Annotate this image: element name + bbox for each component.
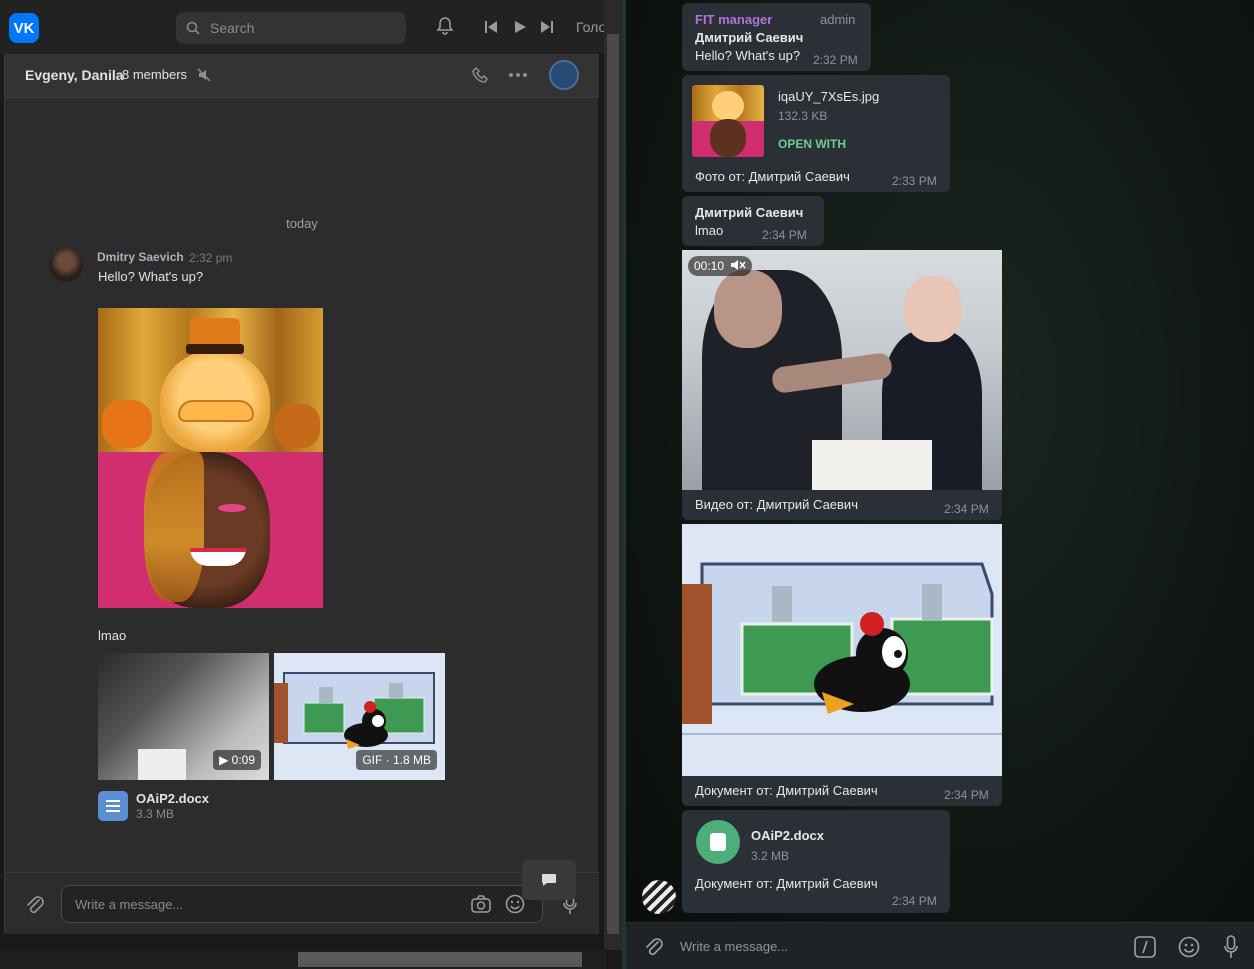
player-track-title: Голо: [576, 19, 607, 35]
message-author[interactable]: Дмитрий Саевич: [695, 30, 803, 45]
video-duration-badge: ▶ 0:09: [213, 750, 261, 770]
camera-icon[interactable]: [471, 895, 491, 913]
message-bubble[interactable]: FIT manager admin Дмитрий Саевич Hello? …: [682, 3, 871, 71]
message-input[interactable]: Write a message...: [680, 939, 788, 954]
message-composer: Write a message...: [5, 872, 599, 934]
message-time: 2:32 PM: [813, 53, 858, 67]
video-badge[interactable]: 00:10: [688, 256, 753, 276]
message-time: 2:34 PM: [892, 894, 937, 908]
attach-icon[interactable]: [25, 894, 45, 916]
message-input-placeholder: Write a message...: [75, 896, 184, 912]
document-icon[interactable]: [696, 820, 740, 864]
message-caption: Видео от: Дмитрий Саевич: [695, 497, 858, 512]
call-icon[interactable]: [472, 66, 490, 84]
message-composer: Write a message...: [626, 922, 1254, 969]
message-time: 2:34 PM: [944, 502, 989, 516]
message-author[interactable]: Дмитрий Саевич: [695, 205, 803, 220]
vk-window: VK Search Голо Evgeny, Danila 8 members …: [0, 0, 622, 969]
chat-members-count[interactable]: 8 members: [122, 67, 187, 82]
vk-logo[interactable]: VK: [9, 13, 39, 43]
search-icon: [186, 21, 200, 35]
chat-bubble-icon: [542, 874, 556, 886]
search-input[interactable]: Search: [176, 12, 406, 44]
document-size: 3.2 MB: [751, 849, 790, 863]
play-icon[interactable]: [513, 20, 527, 34]
more-options-icon[interactable]: [508, 72, 528, 78]
bot-commands-icon[interactable]: [1134, 936, 1156, 958]
message-caption: Документ от: Дмитрий Саевич: [695, 783, 878, 798]
telegram-window: FIT manager admin Дмитрий Саевич Hello? …: [622, 0, 1254, 969]
message-bubble[interactable]: iqaUY_7XsEs.jpg 132.3 KB OPEN WITH Фото …: [682, 75, 950, 192]
message-author[interactable]: Dmitry Saevich: [97, 250, 184, 264]
attach-icon[interactable]: [644, 936, 664, 958]
message-text: Hello? What's up?: [98, 269, 204, 284]
gif-size-badge: GIF · 1.8 MB: [356, 750, 437, 770]
emoji-icon[interactable]: [1178, 936, 1200, 958]
document-name[interactable]: OAiP2.docx: [751, 828, 824, 843]
photo-attachment[interactable]: [98, 308, 323, 608]
sender-role[interactable]: FIT manager: [695, 12, 772, 27]
file-name[interactable]: iqaUY_7XsEs.jpg: [778, 89, 879, 104]
gif-attachment[interactable]: GIF · 1.8 MB: [274, 653, 445, 780]
sender-avatar[interactable]: [642, 880, 676, 914]
chat-avatar[interactable]: [549, 60, 579, 90]
message-text: lmao: [695, 223, 724, 238]
next-track-icon[interactable]: [540, 20, 554, 34]
message-bubble[interactable]: Дмитрий Саевич lmao 2:34 PM: [682, 196, 824, 246]
message-time: 2:33 PM: [892, 174, 937, 188]
document-name[interactable]: OAiP2.docx: [136, 791, 209, 806]
message-text: lmao: [98, 628, 127, 643]
video-duration: 00:10: [694, 259, 725, 273]
open-with-button[interactable]: OPEN WITH: [778, 137, 846, 151]
admin-badge: admin: [820, 12, 856, 27]
photo-thumbnail[interactable]: [692, 85, 764, 157]
search-placeholder: Search: [210, 20, 255, 36]
gif-player[interactable]: [682, 524, 1002, 776]
document-icon[interactable]: [98, 791, 128, 821]
horizontal-scrollbar[interactable]: [0, 950, 606, 969]
muted-icon: [197, 68, 211, 82]
document-size: 3.3 MB: [136, 807, 175, 821]
message-text: Hello? What's up?: [695, 48, 801, 63]
vertical-scrollbar[interactable]: [604, 0, 622, 950]
chat-bubble-button[interactable]: [522, 860, 576, 900]
author-avatar[interactable]: [49, 248, 83, 282]
vk-chat-panel: Evgeny, Danila 8 members today Dmitry Sa…: [4, 54, 599, 934]
previous-track-icon[interactable]: [484, 20, 498, 34]
message-caption: Документ от: Дмитрий Саевич: [695, 876, 878, 891]
message-bubble[interactable]: OAiP2.docx 3.2 MB Документ от: Дмитрий С…: [682, 810, 950, 913]
vk-topbar: VK Search Голо: [0, 0, 622, 54]
message-caption: Фото от: Дмитрий Саевич: [695, 169, 850, 184]
date-divider: today: [286, 216, 318, 231]
chat-header: Evgeny, Danila 8 members: [5, 54, 599, 98]
file-size: 132.3 KB: [778, 109, 828, 123]
video-player[interactable]: 00:10: [682, 250, 1002, 490]
chat-title[interactable]: Evgeny, Danila: [25, 67, 124, 83]
microphone-icon[interactable]: [1224, 935, 1238, 959]
video-attachment[interactable]: ▶ 0:09: [98, 653, 269, 780]
bell-icon[interactable]: [436, 16, 454, 36]
message-time: 2:34 PM: [762, 228, 807, 242]
muted-speaker-icon[interactable]: [730, 259, 746, 271]
message-time: 2:32 pm: [189, 251, 233, 265]
message-time: 2:34 PM: [944, 788, 989, 802]
